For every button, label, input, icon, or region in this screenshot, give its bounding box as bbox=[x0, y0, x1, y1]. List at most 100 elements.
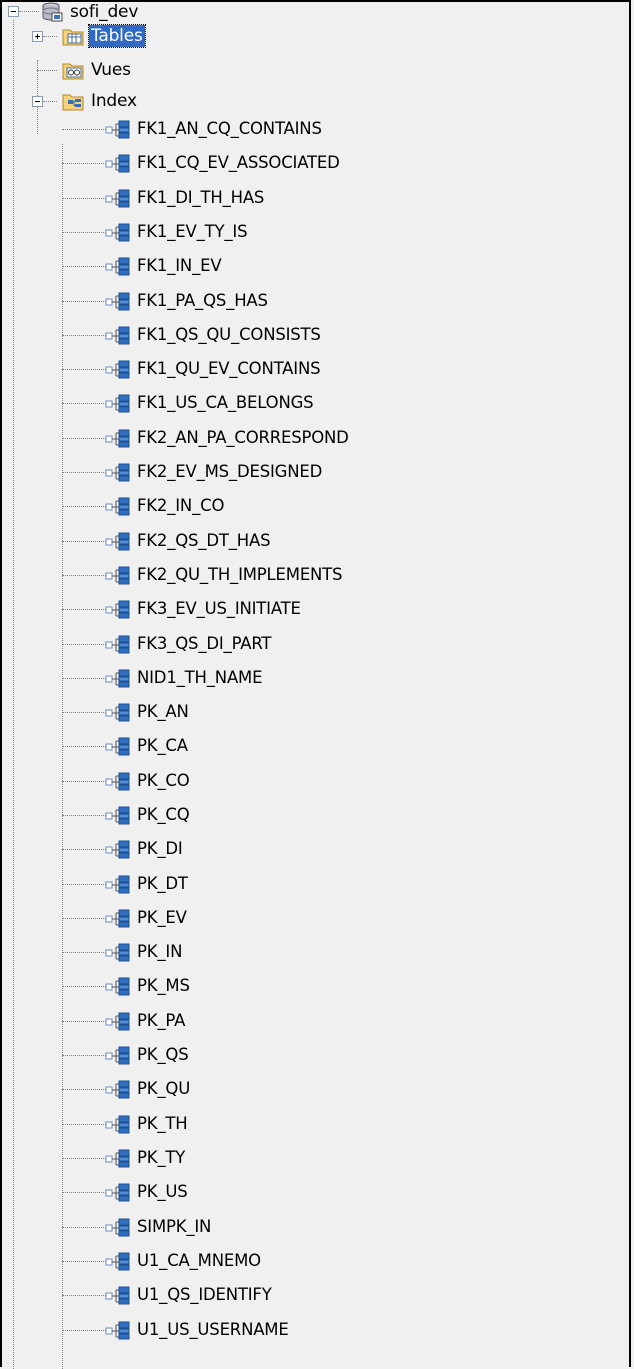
index-item[interactable]: PK_DT bbox=[105, 869, 190, 899]
tree-guide-item-h bbox=[62, 163, 106, 164]
tree-guide-item-h bbox=[62, 1124, 106, 1125]
index-item[interactable]: FK2_AN_PA_CORRESPOND bbox=[105, 423, 351, 453]
index-icon bbox=[105, 532, 130, 551]
index-item-label: PK_US bbox=[137, 1182, 188, 1201]
index-item[interactable]: U1_US_USERNAME bbox=[105, 1315, 291, 1345]
index-icon bbox=[105, 909, 130, 928]
tree-guide-item-h bbox=[62, 472, 106, 473]
index-item[interactable]: PK_CA bbox=[105, 731, 190, 761]
tree-guide-item-h bbox=[62, 198, 106, 199]
index-icon bbox=[105, 257, 130, 276]
tree-guide-item-h bbox=[62, 918, 106, 919]
tree-guide-item-h bbox=[62, 1055, 106, 1056]
index-item-label: FK2_QS_DT_HAS bbox=[137, 531, 271, 550]
tree-node-views[interactable]: Vues bbox=[62, 55, 133, 85]
tree-guide-index-children bbox=[62, 144, 63, 1369]
index-item[interactable]: FK1_IN_EV bbox=[105, 251, 223, 281]
index-item-label: FK1_DI_TH_HAS bbox=[137, 188, 265, 207]
tree-guide-item-h bbox=[62, 884, 106, 885]
tree-guide-item-h bbox=[62, 129, 106, 130]
index-item[interactable]: FK1_QS_QU_CONSISTS bbox=[105, 320, 323, 350]
index-icon bbox=[105, 635, 130, 654]
folder-view-icon bbox=[62, 63, 84, 80]
index-item-label: FK1_US_CA_BELONGS bbox=[137, 393, 314, 412]
index-item-label: FK1_IN_EV bbox=[137, 256, 222, 275]
index-item-label: PK_QS bbox=[137, 1045, 189, 1064]
database-icon bbox=[42, 2, 63, 22]
index-item[interactable]: FK1_PA_QS_HAS bbox=[105, 286, 270, 316]
tree-guide-item-h bbox=[62, 678, 106, 679]
index-item-label: FK2_AN_PA_CORRESPOND bbox=[137, 428, 349, 447]
tree-guide-item-h bbox=[62, 438, 106, 439]
index-item[interactable]: FK1_AN_CQ_CONTAINS bbox=[105, 114, 324, 144]
index-item-label: PK_TY bbox=[137, 1148, 186, 1167]
tree-guide-root bbox=[13, 20, 14, 1369]
index-icon bbox=[105, 566, 130, 585]
index-icon bbox=[105, 497, 130, 516]
index-icon bbox=[105, 703, 130, 722]
index-item-label: FK1_EV_TY_IS bbox=[137, 222, 248, 241]
index-item[interactable]: PK_EV bbox=[105, 903, 189, 933]
index-item[interactable]: NID1_TH_NAME bbox=[105, 663, 264, 693]
index-item[interactable]: PK_TY bbox=[105, 1143, 187, 1173]
index-icon bbox=[105, 154, 130, 173]
index-item[interactable]: SIMPK_IN bbox=[105, 1212, 213, 1242]
index-item[interactable]: FK3_EV_US_INITIATE bbox=[105, 594, 303, 624]
index-item-label: FK1_AN_CQ_CONTAINS bbox=[137, 119, 322, 138]
index-item[interactable]: FK3_QS_DI_PART bbox=[105, 629, 273, 659]
index-icon bbox=[105, 669, 130, 688]
tree-guide-item-h bbox=[62, 1227, 106, 1228]
tree-guide-item-h bbox=[62, 541, 106, 542]
tree-guide-item-h bbox=[62, 403, 106, 404]
tree-node-root-label: sofi_dev bbox=[70, 2, 139, 22]
index-item-label: PK_EV bbox=[137, 908, 187, 927]
tree-node-tables-label: Tables bbox=[88, 24, 146, 48]
index-item[interactable]: PK_TH bbox=[105, 1109, 190, 1139]
index-item[interactable]: U1_CA_MNEMO bbox=[105, 1246, 263, 1276]
index-item[interactable]: FK1_DI_TH_HAS bbox=[105, 183, 266, 213]
index-item-label: U1_US_USERNAME bbox=[137, 1320, 289, 1339]
index-item-label: FK1_PA_QS_HAS bbox=[137, 291, 268, 310]
index-item-label: U1_CA_MNEMO bbox=[137, 1251, 261, 1270]
index-item[interactable]: FK2_EV_MS_DESIGNED bbox=[105, 457, 324, 487]
index-item-label: PK_CA bbox=[137, 736, 188, 755]
index-item[interactable]: PK_AN bbox=[105, 697, 191, 727]
index-item[interactable]: FK2_IN_CO bbox=[105, 491, 226, 521]
index-item[interactable]: PK_QU bbox=[105, 1074, 192, 1104]
tree-guide-item-h bbox=[62, 815, 106, 816]
index-icon bbox=[105, 120, 130, 139]
index-item[interactable]: FK2_QS_DT_HAS bbox=[105, 526, 272, 556]
tree-guide-item-h bbox=[62, 575, 106, 576]
index-item[interactable]: PK_QS bbox=[105, 1040, 190, 1070]
folder-index-icon bbox=[62, 94, 84, 111]
tree-guide-item-h bbox=[62, 746, 106, 747]
tree-node-tables[interactable]: Tables bbox=[62, 21, 146, 51]
index-item-label: PK_QU bbox=[137, 1079, 191, 1098]
index-item[interactable]: FK1_EV_TY_IS bbox=[105, 217, 249, 247]
index-item[interactable]: PK_CQ bbox=[105, 800, 192, 830]
index-item[interactable]: PK_IN bbox=[105, 937, 184, 967]
tables-expand-toggle[interactable] bbox=[32, 31, 43, 42]
index-item[interactable]: PK_MS bbox=[105, 971, 192, 1001]
index-item[interactable]: PK_PA bbox=[105, 1006, 187, 1036]
tree-guide-item-h bbox=[62, 1330, 106, 1331]
index-item-label: PK_CQ bbox=[137, 805, 190, 824]
index-item-label: FK1_CQ_EV_ASSOCIATED bbox=[137, 153, 340, 172]
index-collapse-toggle[interactable] bbox=[32, 96, 43, 107]
tree-node-views-label: Vues bbox=[91, 60, 131, 80]
index-item[interactable]: FK2_QU_TH_IMPLEMENTS bbox=[105, 560, 344, 590]
index-item-label: FK3_EV_US_INITIATE bbox=[137, 599, 301, 618]
index-icon bbox=[105, 737, 130, 756]
index-icon bbox=[105, 1149, 130, 1168]
index-item[interactable]: PK_US bbox=[105, 1177, 190, 1207]
index-item[interactable]: U1_QS_IDENTIFY bbox=[105, 1280, 274, 1310]
index-item[interactable]: FK1_US_CA_BELONGS bbox=[105, 388, 315, 418]
tree-guide-item-h bbox=[62, 232, 106, 233]
index-item[interactable]: FK1_QU_EV_CONTAINS bbox=[105, 354, 322, 384]
root-collapse-toggle[interactable] bbox=[8, 6, 19, 17]
index-item-label: PK_AN bbox=[137, 702, 189, 721]
index-item[interactable]: PK_CO bbox=[105, 766, 192, 796]
tree-node-index[interactable]: Index bbox=[62, 86, 139, 116]
index-item[interactable]: PK_DI bbox=[105, 834, 185, 864]
index-item[interactable]: FK1_CQ_EV_ASSOCIATED bbox=[105, 148, 342, 178]
